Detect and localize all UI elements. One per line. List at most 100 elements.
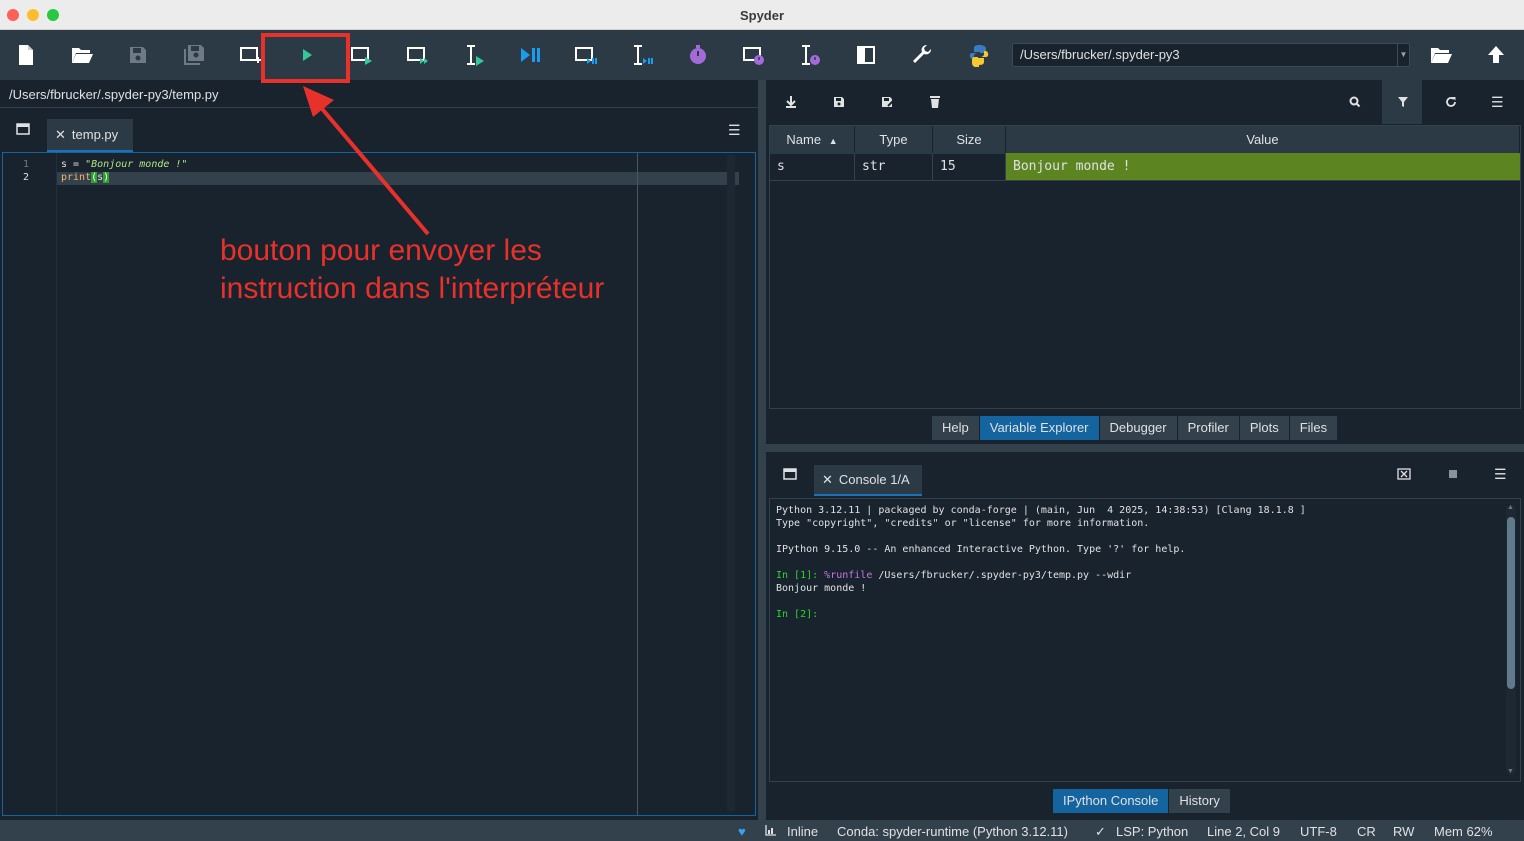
preferences-icon[interactable] xyxy=(909,42,935,68)
main-toolbar: /Users/fbrucker/.spyder-py3 ▼ xyxy=(0,30,1524,80)
console-input-line: In [1]: %runfile /Users/fbrucker/.spyder… xyxy=(776,570,1131,581)
new-file-icon[interactable] xyxy=(13,42,39,68)
eol-status: CR xyxy=(1357,824,1376,839)
highlight-box xyxy=(261,33,350,83)
filter-icon[interactable] xyxy=(1395,94,1411,110)
column-header-size[interactable]: Size xyxy=(933,126,1006,154)
column-header-name[interactable]: Name ▲ xyxy=(770,126,855,154)
profile-selection-icon[interactable] xyxy=(797,42,823,68)
variable-explorer-toolbar: ☰ xyxy=(766,80,1524,124)
console-scrollbar[interactable]: ▲ ▼ xyxy=(1506,504,1516,775)
refresh-icon[interactable] xyxy=(1443,94,1459,110)
editor-tab-bar: ✕ temp.py ☰ xyxy=(0,108,758,152)
cursor-position-status: Line 2, Col 9 xyxy=(1207,824,1280,839)
new-cell-icon[interactable] xyxy=(237,42,263,68)
close-tab-icon[interactable]: ✕ xyxy=(55,127,66,142)
open-file-icon[interactable] xyxy=(69,42,95,68)
editor-scrollbar[interactable] xyxy=(727,155,735,811)
debug-cell-icon[interactable] xyxy=(573,42,599,68)
inline-backend-status[interactable]: Inline xyxy=(787,824,818,839)
line-number-gutter: 1 2 xyxy=(3,153,57,815)
chevron-down-icon[interactable]: ▼ xyxy=(1397,44,1409,66)
tab-label: temp.py xyxy=(71,127,119,142)
editor-file-path: /Users/fbrucker/.spyder-py3/temp.py xyxy=(0,80,758,108)
conda-env-status[interactable]: Conda: spyder-runtime (Python 3.12.11) xyxy=(837,824,1068,839)
debug-file-icon[interactable] xyxy=(517,42,543,68)
scroll-up-icon[interactable]: ▲ xyxy=(1507,504,1514,511)
working-directory-combobox[interactable]: /Users/fbrucker/.spyder-py3 ▼ xyxy=(1012,43,1410,67)
profile-cell-icon[interactable] xyxy=(741,42,767,68)
maximize-pane-icon[interactable] xyxy=(853,42,879,68)
input-prompt: In [2]: xyxy=(776,609,819,620)
right-bottom-pane-tabs: IPython Console History xyxy=(1053,789,1231,813)
horizontal-splitter[interactable] xyxy=(766,444,1524,452)
variable-table: Name ▲ Type Size Value s str 15 Bonjour … xyxy=(769,125,1521,409)
console-output-line: Bonjour monde ! xyxy=(776,583,867,594)
options-menu-icon[interactable]: ☰ xyxy=(1491,94,1507,110)
string-token: "Bonjour monde !" xyxy=(85,159,188,170)
save-data-icon[interactable] xyxy=(831,94,847,110)
cell-size[interactable]: 15 xyxy=(933,153,1006,181)
vertical-splitter[interactable] xyxy=(758,80,766,820)
code-line-2: print(s) xyxy=(61,172,110,183)
browse-directory-icon[interactable] xyxy=(1428,42,1454,68)
browse-tabs-icon[interactable] xyxy=(16,122,30,140)
stop-icon[interactable] xyxy=(1449,470,1457,478)
permissions-status: RW xyxy=(1393,824,1415,839)
code-line-1: s = "Bonjour monde !" xyxy=(61,159,187,170)
tab-files[interactable]: Files xyxy=(1289,416,1339,440)
python-path-icon[interactable] xyxy=(966,42,992,68)
tab-debugger[interactable]: Debugger xyxy=(1099,416,1178,440)
tab-profiler[interactable]: Profiler xyxy=(1177,416,1240,440)
window-title: Spyder xyxy=(739,8,785,23)
plots-icon xyxy=(765,824,777,839)
column-header-type[interactable]: Type xyxy=(855,126,933,154)
profile-file-icon[interactable] xyxy=(685,42,711,68)
close-tab-icon[interactable]: ✕ xyxy=(822,472,833,487)
editor-options-menu-icon[interactable]: ☰ xyxy=(728,122,741,139)
run-cell-advance-icon[interactable] xyxy=(405,42,431,68)
browse-tabs-icon[interactable] xyxy=(783,467,797,485)
heart-icon[interactable]: ♥ xyxy=(738,824,746,839)
check-icon: ✓ xyxy=(1095,824,1106,839)
magic-command: %runfile xyxy=(824,570,873,581)
tab-temp-py[interactable]: ✕ temp.py xyxy=(47,119,133,152)
options-menu-icon[interactable]: ☰ xyxy=(1494,466,1507,483)
tab-history[interactable]: History xyxy=(1169,789,1231,813)
lsp-status[interactable]: LSP: Python xyxy=(1116,824,1188,839)
cell-name[interactable]: s xyxy=(770,153,855,181)
save-all-icon[interactable] xyxy=(181,42,207,68)
parent-directory-icon[interactable] xyxy=(1483,42,1509,68)
annotation-line: bouton pour envoyer les xyxy=(220,234,542,267)
ipython-console[interactable]: Python 3.12.11 | packaged by conda-forge… xyxy=(769,498,1521,782)
save-data-as-icon[interactable] xyxy=(879,94,895,110)
tab-help[interactable]: Help xyxy=(932,416,980,440)
column-header-value[interactable]: Value xyxy=(1006,126,1520,154)
clear-console-icon[interactable] xyxy=(1397,467,1411,486)
import-data-icon[interactable] xyxy=(783,94,799,110)
tab-console-1a[interactable]: ✕ Console 1/A xyxy=(814,465,922,496)
status-bar: ♥ Inline Conda: spyder-runtime (Python 3… xyxy=(0,820,1524,841)
debug-selection-icon[interactable] xyxy=(629,42,655,68)
cell-type[interactable]: str xyxy=(855,153,933,181)
remove-all-icon[interactable] xyxy=(927,94,943,110)
memory-status: Mem 62% xyxy=(1434,824,1493,839)
tab-variable-explorer[interactable]: Variable Explorer xyxy=(979,416,1100,440)
sort-ascending-icon: ▲ xyxy=(828,136,838,146)
operator-token: = xyxy=(67,159,86,170)
paren-match: ) xyxy=(103,172,110,183)
search-icon[interactable] xyxy=(1347,94,1363,110)
console-banner-line: Type "copyright", "credits" or "license"… xyxy=(776,518,1150,529)
scrollbar-thumb[interactable] xyxy=(1507,517,1515,689)
save-icon[interactable] xyxy=(125,42,151,68)
tab-plots[interactable]: Plots xyxy=(1239,416,1290,440)
console-tab-bar: ✕ Console 1/A ☰ xyxy=(766,452,1524,496)
encoding-status: UTF-8 xyxy=(1300,824,1337,839)
run-cell-icon[interactable] xyxy=(349,42,375,68)
annotation-line: instruction dans l'interpréteur xyxy=(220,272,605,305)
column-label: Name xyxy=(786,132,822,147)
run-selection-icon[interactable] xyxy=(461,42,487,68)
cell-value[interactable]: Bonjour monde ! xyxy=(1006,153,1520,181)
scroll-down-icon[interactable]: ▼ xyxy=(1507,768,1514,775)
tab-ipython-console[interactable]: IPython Console xyxy=(1053,789,1170,813)
